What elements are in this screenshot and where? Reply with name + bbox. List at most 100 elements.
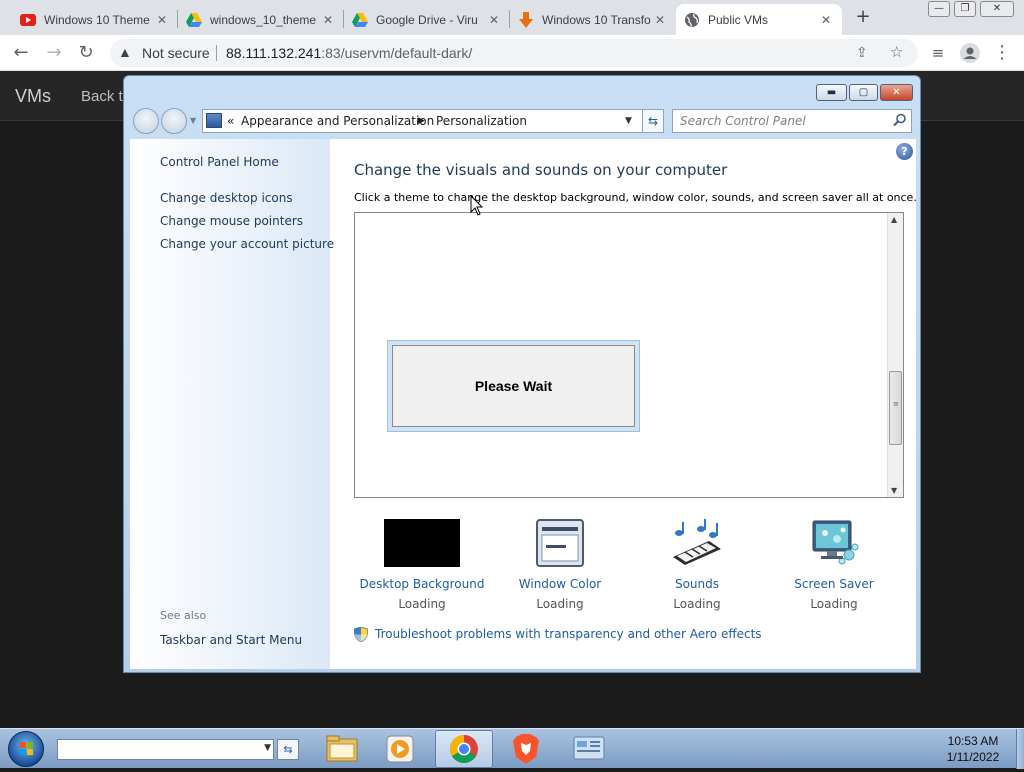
- control-panel-content: Control Panel Home Change desktop icons …: [130, 139, 917, 669]
- desktop-background-icon[interactable]: [384, 519, 460, 569]
- tab-title: windows_10_theme: [210, 12, 317, 27]
- back-nav-icon[interactable]: [133, 108, 159, 134]
- forward-arrow-icon[interactable]: →: [42, 41, 66, 65]
- url-path: :83/uservm/default-dark/: [321, 45, 473, 61]
- close-icon[interactable]: ✕: [486, 13, 502, 27]
- tab-windows-10-transformation[interactable]: Windows 10 Transfo ✕: [510, 4, 676, 35]
- back-link[interactable]: Back to: [81, 88, 125, 105]
- scroll-up-icon[interactable]: ▲: [891, 215, 897, 224]
- media-queue-icon[interactable]: ≡: [926, 41, 950, 65]
- help-icon[interactable]: ?: [896, 143, 913, 160]
- tile-label[interactable]: Screen Saver: [766, 577, 902, 591]
- google-drive-icon: [186, 12, 202, 28]
- url-text[interactable]: 88.111.132.241:83/uservm/default-dark/: [226, 45, 472, 61]
- tab-google-drive[interactable]: Google Drive - Viru ✕: [344, 4, 510, 35]
- scrollbar-thumb[interactable]: ≡: [889, 371, 902, 445]
- show-desktop-button[interactable]: [1016, 729, 1024, 769]
- refresh-button[interactable]: ⇆: [642, 109, 664, 133]
- recent-pages-dropdown-icon[interactable]: ▼: [190, 116, 196, 125]
- restore-button[interactable]: ❐: [954, 1, 976, 17]
- file-explorer-icon[interactable]: [313, 730, 371, 768]
- forward-nav-icon[interactable]: [161, 108, 187, 134]
- grip-icon: ≡: [893, 400, 899, 408]
- control-panel-icon: [206, 113, 222, 128]
- control-panel-window: ▬ ▢ ✕ ▼ « Appearance and Personalization…: [123, 75, 921, 673]
- close-icon[interactable]: ✕: [652, 13, 668, 27]
- close-icon[interactable]: ✕: [320, 13, 336, 27]
- google-drive-icon: [352, 12, 368, 28]
- clock-date: 1/11/2022: [946, 750, 1000, 764]
- search-placeholder: Search Control Panel: [680, 114, 806, 128]
- reload-icon[interactable]: ↻: [74, 41, 98, 65]
- chrome-icon[interactable]: [435, 730, 493, 768]
- taskbar: ▼ ⇆ 10:53 AM 1/11/2022: [0, 728, 1024, 769]
- back-arrow-icon[interactable]: ←: [9, 41, 33, 65]
- globe-icon: [684, 12, 700, 28]
- close-button[interactable]: ✕: [880, 84, 913, 101]
- please-wait-text: Please Wait: [392, 345, 635, 427]
- tile-status: Loading: [673, 597, 721, 611]
- taskbar-address-input[interactable]: ▼: [57, 739, 274, 760]
- chevron-down-icon[interactable]: ▼: [625, 116, 632, 126]
- tile-status: Loading: [810, 597, 858, 611]
- close-window-button[interactable]: ✕: [980, 1, 1014, 17]
- tile-label[interactable]: Desktop Background: [354, 577, 490, 591]
- search-icon[interactable]: [893, 113, 907, 127]
- troubleshoot-link-text[interactable]: Troubleshoot problems with transparency …: [375, 627, 762, 641]
- tile-status: Loading: [398, 597, 446, 611]
- breadcrumb-overflow[interactable]: «: [227, 114, 234, 128]
- tab-public-vms[interactable]: Public VMs ✕: [676, 4, 842, 35]
- media-player-icon[interactable]: [371, 730, 429, 768]
- minimize-button[interactable]: —: [928, 1, 950, 17]
- search-input[interactable]: Search Control Panel: [672, 109, 912, 133]
- theme-list[interactable]: Please Wait ▲ ≡ ▼: [354, 212, 904, 498]
- site-brand[interactable]: VMs: [15, 86, 51, 107]
- desktop-background-tile[interactable]: Desktop Background Loading: [354, 519, 490, 611]
- divider: [216, 45, 217, 61]
- tab-windows-10-theme-drive[interactable]: windows_10_theme ✕: [178, 4, 344, 35]
- maximize-button[interactable]: ▢: [849, 84, 878, 101]
- page-title: Change the visuals and sounds on your co…: [354, 161, 728, 179]
- screen-saver-tile[interactable]: Screen Saver Loading: [766, 519, 902, 611]
- minimize-button[interactable]: ▬: [816, 84, 847, 101]
- breadcrumb-appearance[interactable]: Appearance and Personalization: [241, 114, 434, 128]
- scroll-down-icon[interactable]: ▼: [891, 486, 897, 495]
- close-icon[interactable]: ✕: [154, 13, 170, 27]
- close-icon[interactable]: ✕: [818, 13, 834, 27]
- sounds-tile[interactable]: Sounds Loading: [629, 519, 765, 611]
- go-button[interactable]: ⇆: [277, 739, 299, 760]
- tab-windows-10-themes[interactable]: Windows 10 Theme ✕: [12, 4, 178, 35]
- download-arrow-icon: [518, 11, 534, 28]
- control-panel-icon[interactable]: [560, 730, 618, 768]
- tile-label[interactable]: Window Color: [492, 577, 628, 591]
- system-clock[interactable]: 10:53 AM 1/11/2022: [930, 733, 1016, 765]
- warning-icon[interactable]: ▲: [118, 44, 132, 60]
- share-icon[interactable]: ⇪: [856, 44, 868, 61]
- profile-avatar-icon[interactable]: [958, 41, 982, 65]
- screen-saver-icon[interactable]: [809, 519, 859, 569]
- explorer-address-bar[interactable]: « Appearance and Personalization ▶ Perso…: [202, 109, 664, 133]
- start-button[interactable]: [8, 731, 44, 767]
- browser-tab-strip: Windows 10 Theme ✕ windows_10_theme ✕ Go…: [0, 0, 1024, 35]
- change-account-picture-link[interactable]: Change your account picture: [160, 237, 334, 251]
- breadcrumb-personalization[interactable]: Personalization: [436, 114, 527, 128]
- menu-kebab-icon[interactable]: ⋮: [990, 41, 1014, 65]
- bookmark-star-icon[interactable]: ☆: [890, 43, 903, 61]
- sounds-icon[interactable]: [671, 519, 723, 569]
- chevron-down-icon[interactable]: ▼: [264, 743, 271, 753]
- change-desktop-icons-link[interactable]: Change desktop icons: [160, 191, 293, 205]
- tasks-pane: Control Panel Home Change desktop icons …: [130, 139, 334, 669]
- address-bar[interactable]: ▲ Not secure 88.111.132.241:83/uservm/de…: [110, 39, 918, 67]
- taskbar-start-menu-link[interactable]: Taskbar and Start Menu: [160, 633, 302, 647]
- security-status[interactable]: Not secure: [142, 45, 210, 61]
- breadcrumb-arrow-icon[interactable]: ▶: [418, 116, 425, 126]
- change-mouse-pointers-link[interactable]: Change mouse pointers: [160, 214, 303, 228]
- vertical-scrollbar[interactable]: ▲ ≡ ▼: [887, 213, 903, 497]
- window-color-icon[interactable]: [536, 519, 584, 569]
- window-color-tile[interactable]: Window Color Loading: [492, 519, 628, 611]
- browser-toolbar: ← → ↻ ▲ Not secure 88.111.132.241:83/use…: [0, 35, 1024, 71]
- new-tab-button[interactable]: +: [852, 6, 874, 28]
- tile-label[interactable]: Sounds: [629, 577, 765, 591]
- brave-icon[interactable]: [497, 730, 555, 768]
- control-panel-home-link[interactable]: Control Panel Home: [160, 155, 279, 169]
